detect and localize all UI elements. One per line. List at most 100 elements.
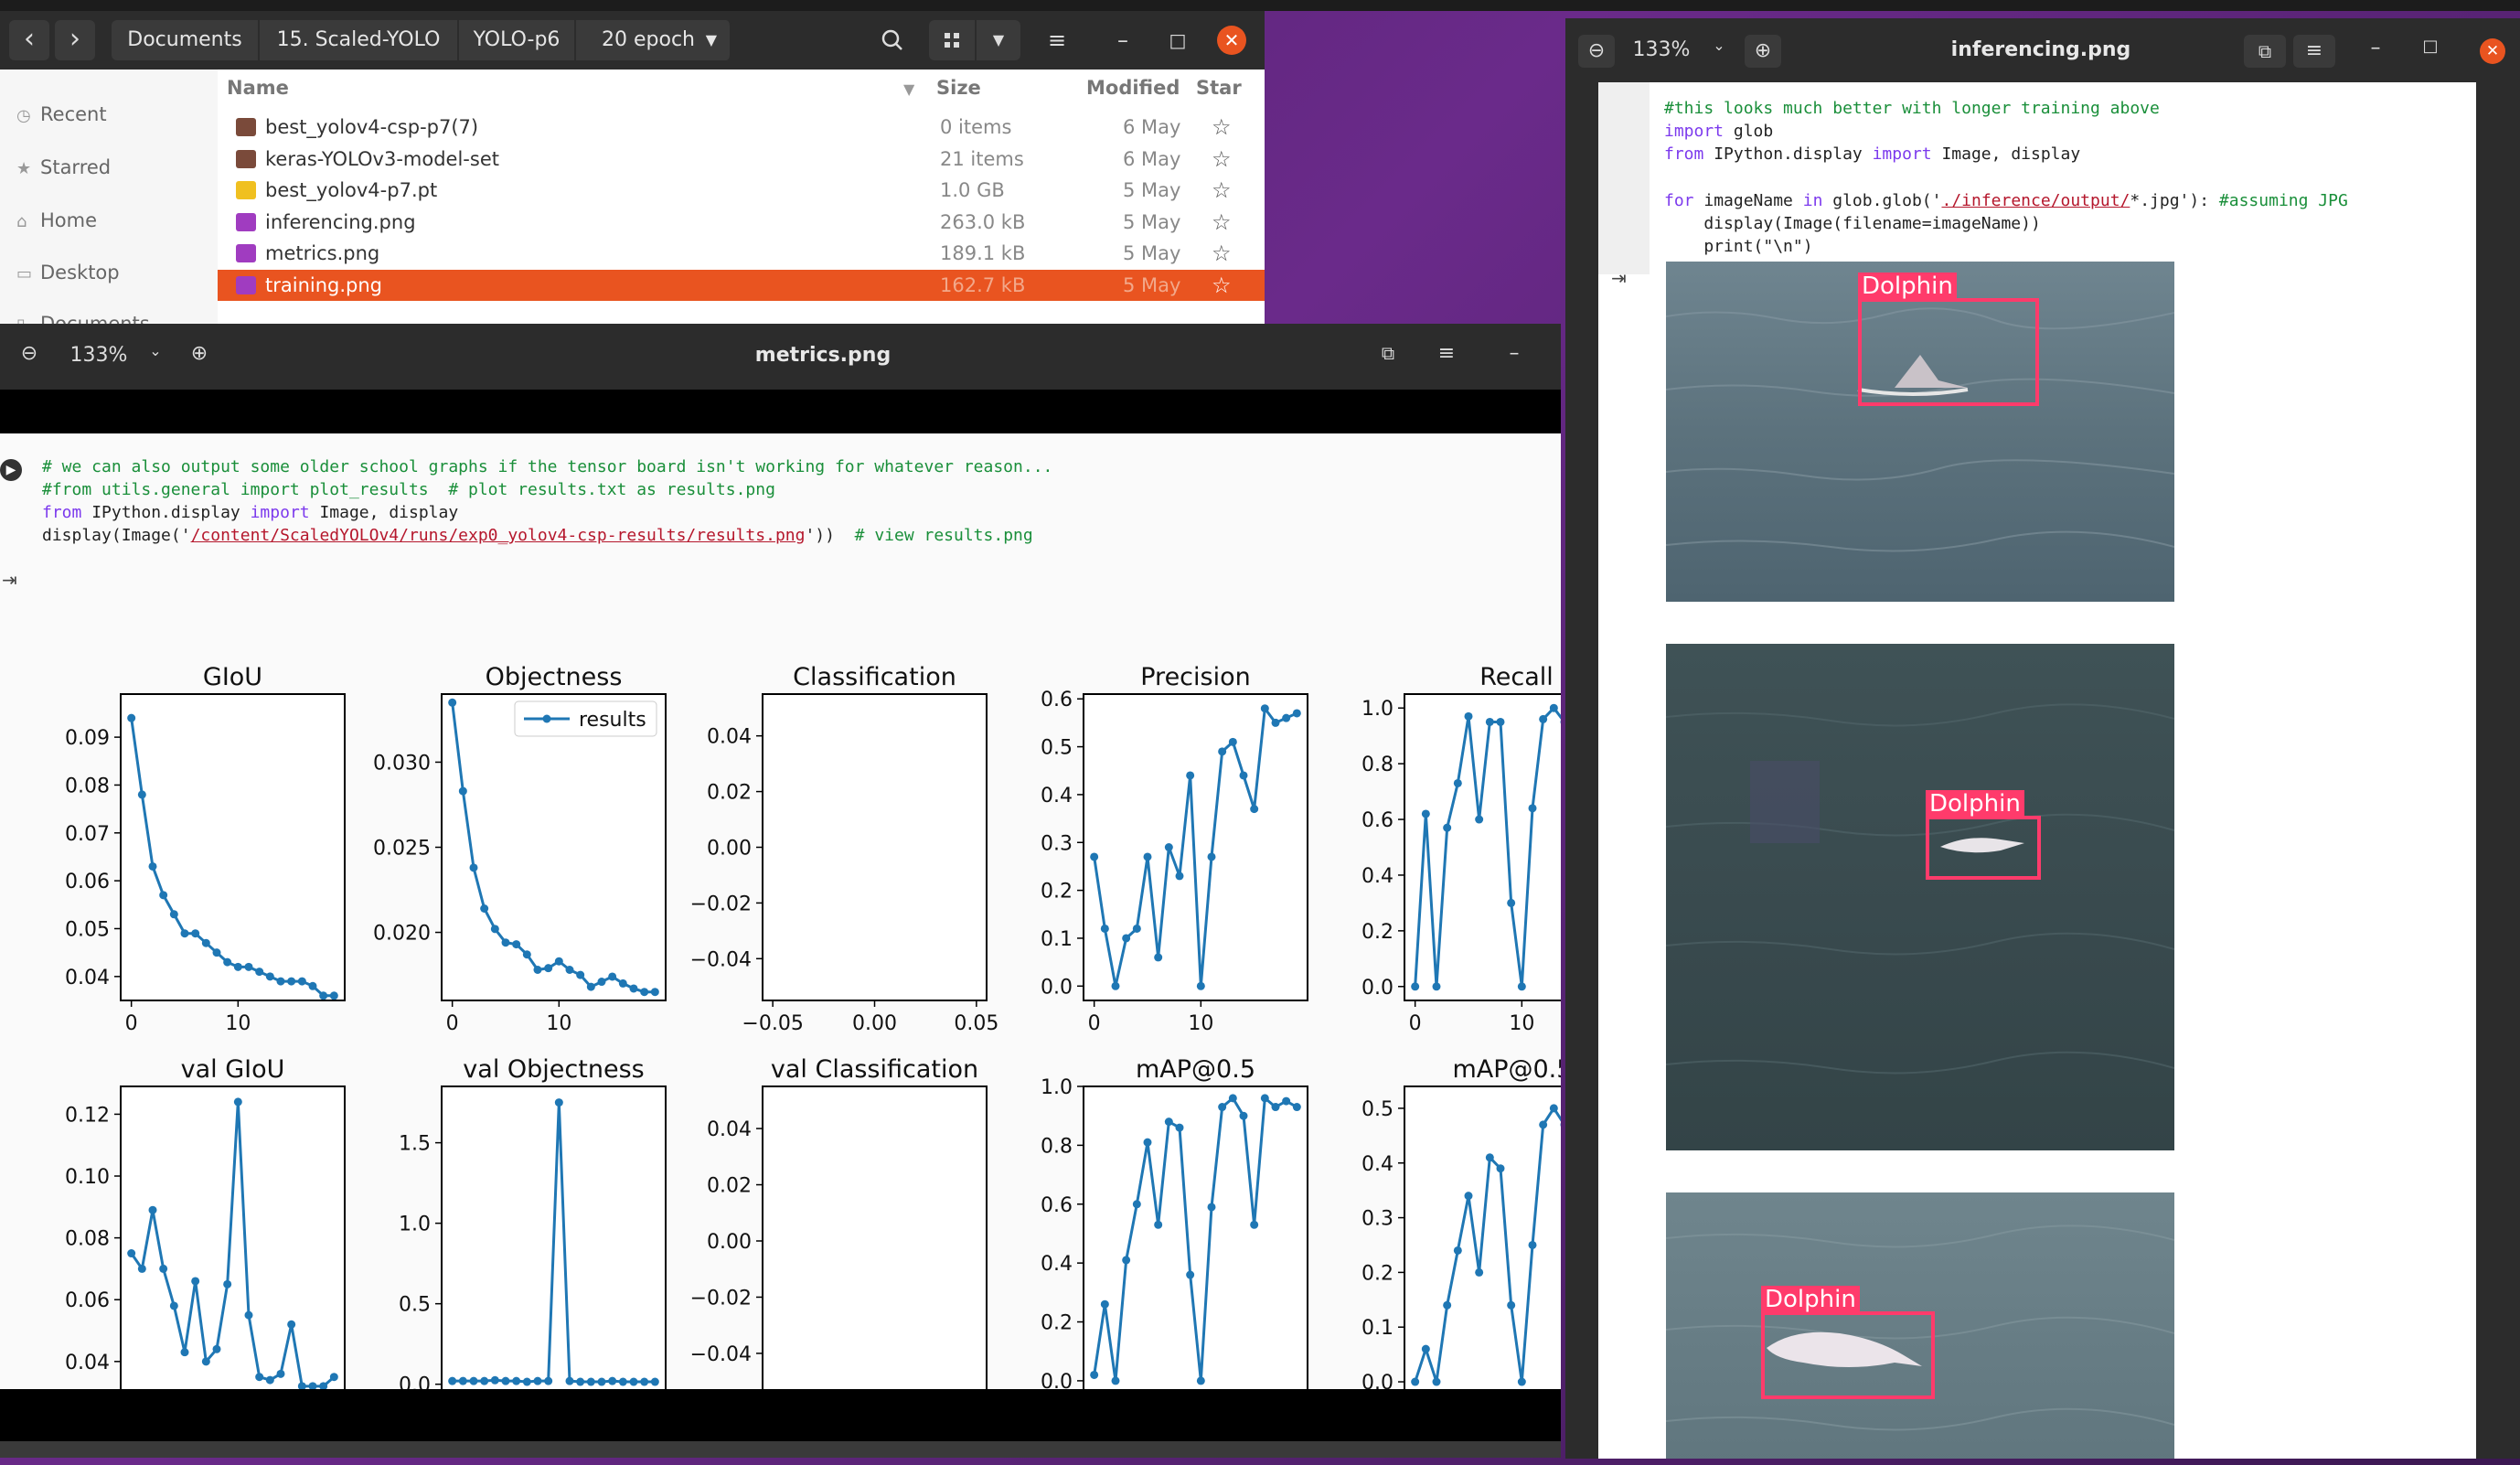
- document-icon: ▯: [16, 312, 40, 324]
- breadcrumb-item[interactable]: YOLO-p6: [459, 20, 576, 60]
- data-point: [512, 1376, 521, 1385]
- y-tick-label: 1.0: [1361, 698, 1393, 721]
- sidebar-item-desktop[interactable]: ▭ Desktop: [16, 259, 120, 286]
- minimize-icon[interactable]: –: [1101, 20, 1145, 60]
- data-point: [148, 1205, 157, 1214]
- zoom-chevron-icon[interactable]: ⌄: [139, 342, 172, 359]
- forward-button[interactable]: ›: [55, 20, 95, 60]
- star-icon[interactable]: ☆: [1212, 144, 1232, 175]
- y-tick-label: 0.04: [707, 1118, 752, 1141]
- chart-frame: [1083, 1085, 1308, 1389]
- sidebar-item-recent[interactable]: ◷ Recent: [16, 101, 107, 128]
- maximize-icon[interactable]: □: [1156, 20, 1200, 60]
- close-icon[interactable]: ✕: [1217, 26, 1246, 55]
- zoom-level[interactable]: 133%: [60, 344, 137, 367]
- data-point: [533, 966, 542, 974]
- data-point: [480, 1376, 489, 1385]
- chart-frame: [120, 1085, 346, 1389]
- breadcrumb-item[interactable]: 15. Scaled-YOLO: [260, 20, 459, 60]
- data-point: [127, 713, 136, 722]
- breadcrumb-item[interactable]: Documents: [112, 20, 260, 60]
- minimize-icon[interactable]: –: [2359, 37, 2392, 59]
- data-point: [1453, 1246, 1462, 1255]
- data-point: [565, 1376, 574, 1385]
- column-header-size[interactable]: Size: [936, 77, 981, 99]
- data-point: [1282, 1096, 1291, 1106]
- chart-frame: [441, 693, 667, 1001]
- copy-icon[interactable]: ⧉: [1370, 342, 1406, 364]
- data-point: [1250, 1220, 1259, 1229]
- column-header-star[interactable]: Star: [1196, 77, 1242, 99]
- inferencing-image-viewer: ⊖ 133% ⌄ ⊕ inferencing.png ⧉ ≡ – □ ✕ #th…: [1565, 18, 2520, 1459]
- data-point: [1122, 934, 1131, 943]
- sidebar-item-documents[interactable]: ▯Documents: [16, 310, 150, 324]
- data-point: [1549, 1104, 1558, 1113]
- file-name: best_yolov4-csp-p7(7): [265, 116, 479, 138]
- data-point: [148, 861, 157, 871]
- view-options-chevron-icon[interactable]: ▼: [977, 20, 1020, 60]
- file-row[interactable]: keras-YOLOv3-model-set 21 items 6 May ☆: [218, 144, 1265, 175]
- data-point: [255, 1373, 264, 1382]
- chart-panel: val Objectness0.00.51.01.5010: [399, 1055, 667, 1389]
- data-point: [1411, 982, 1420, 991]
- hamburger-menu-icon[interactable]: ≡: [2293, 35, 2335, 68]
- star-icon[interactable]: ☆: [1212, 112, 1232, 143]
- sidebar-item-home[interactable]: ⌂ Home: [16, 207, 97, 234]
- detection-label: Dolphin: [1858, 273, 1957, 300]
- file-list: Name ▼ Size Modified Star best_yolov4-cs…: [218, 70, 1265, 324]
- data-point: [1239, 771, 1248, 780]
- data-point: [1475, 815, 1484, 824]
- sidebar-item-starred[interactable]: ★ Starred: [16, 154, 111, 181]
- file-row[interactable]: best_yolov4-csp-p7(7) 0 items 6 May ☆: [218, 112, 1265, 143]
- file-row[interactable]: training.png 162.7 kB 5 May ☆: [218, 269, 1265, 301]
- chart-panel: Precision 0.0 0.1 0.2 0.3 0.4 0.5 0.6 0 10: [1041, 663, 1308, 1035]
- close-icon[interactable]: ✕: [2480, 38, 2505, 64]
- code-comment: #assuming JPG: [2218, 191, 2348, 210]
- code-keyword: import: [1664, 122, 1724, 141]
- data-point: [1507, 898, 1516, 907]
- copy-icon[interactable]: ⧉: [2244, 35, 2286, 68]
- hamburger-menu-icon[interactable]: ≡: [1035, 20, 1079, 60]
- metrics-image-viewer: ⊖ 133% ⌄ ⊕ metrics.png ⧉ ≡ – ▶ # we can …: [0, 324, 1561, 1458]
- zoom-out-icon[interactable]: ⊖: [1578, 35, 1615, 68]
- y-tick-label: 0.5: [1041, 737, 1073, 760]
- file-row[interactable]: inferencing.png 263.0 kB 5 May ☆: [218, 207, 1265, 238]
- zoom-chevron-icon[interactable]: ⌄: [1703, 37, 1735, 54]
- hamburger-menu-icon[interactable]: ≡: [1428, 342, 1465, 365]
- zoom-in-icon[interactable]: ⊕: [1745, 35, 1781, 68]
- file-row[interactable]: best_yolov4-p7.pt 1.0 GB 5 May ☆: [218, 175, 1265, 206]
- sidebar-item-label: Starred: [40, 156, 112, 178]
- chart-title: Classification: [793, 663, 956, 691]
- star-icon[interactable]: ☆: [1212, 238, 1232, 269]
- y-tick-label: 0.00: [707, 838, 752, 861]
- sort-chevron-icon[interactable]: ▼: [903, 80, 914, 98]
- file-row[interactable]: metrics.png 189.1 kB 5 May ☆: [218, 238, 1265, 269]
- star-icon[interactable]: ☆: [1212, 270, 1232, 301]
- code-text: glob.glob(': [1822, 191, 1942, 210]
- inferencing-image: #this looks much better with longer trai…: [1598, 82, 2476, 1459]
- minimize-icon[interactable]: –: [1496, 342, 1532, 365]
- column-header-name[interactable]: Name: [227, 77, 289, 99]
- x-tick-label: −0.05: [742, 1012, 803, 1035]
- back-button[interactable]: ‹: [9, 20, 49, 60]
- data-point: [576, 1377, 585, 1386]
- star-icon[interactable]: ☆: [1212, 207, 1232, 238]
- horizontal-scrollbar[interactable]: [0, 1441, 1561, 1458]
- y-tick-label: 0.4: [1041, 1253, 1073, 1276]
- y-tick-label: 0.09: [65, 727, 110, 750]
- search-icon[interactable]: [870, 20, 914, 60]
- zoom-level[interactable]: 133%: [1622, 38, 1701, 61]
- code-comment: # we can also output some older school g…: [42, 457, 1053, 476]
- run-cell-icon[interactable]: ▶: [0, 459, 22, 481]
- grid-view-icon[interactable]: [929, 20, 975, 60]
- data-point: [1421, 1344, 1430, 1353]
- breadcrumb-current[interactable]: 20 epoch ▼: [576, 20, 731, 60]
- home-icon: ⌂: [16, 212, 27, 231]
- data-point: [650, 988, 659, 997]
- maximize-icon[interactable]: □: [2414, 37, 2447, 56]
- zoom-out-icon[interactable]: ⊖: [13, 342, 46, 365]
- y-tick-label: 0.3: [1361, 1208, 1393, 1231]
- star-icon[interactable]: ☆: [1212, 175, 1232, 206]
- zoom-in-icon[interactable]: ⊕: [183, 342, 216, 365]
- column-header-modified[interactable]: Modified: [1086, 77, 1180, 99]
